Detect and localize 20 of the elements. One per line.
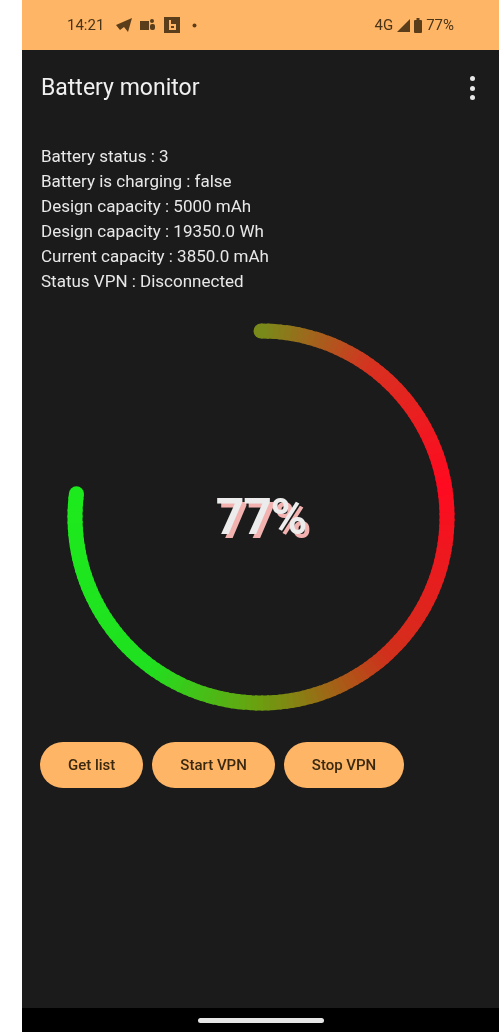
action-button[interactable]: Stop VPN [283, 742, 405, 788]
info-line: Current capacity : 3850.0 mAh [41, 245, 270, 268]
gauge-percentage: 77% [215, 486, 307, 548]
info-line: Status VPN : Disconnected [41, 270, 245, 293]
info-line: Design capacity : 19350.0 Wh [41, 220, 265, 243]
battery-icon [414, 17, 423, 33]
paper-plane-icon [116, 18, 133, 32]
home-handle[interactable] [197, 1017, 324, 1023]
info-line: Battery is charging : false [41, 170, 233, 193]
action-button[interactable]: Get list [40, 742, 144, 788]
signal-icon [397, 18, 411, 32]
battery-percent: 77% [426, 14, 454, 36]
letter-tile-icon [164, 17, 181, 33]
info-line: Battery status : 3 [41, 145, 170, 168]
app-title: Battery monitor [41, 72, 200, 103]
dot-icon [192, 22, 198, 28]
info-line: Design capacity : 5000 mAh [41, 195, 253, 218]
status-time: 14:21 [67, 14, 105, 36]
action-button[interactable]: Start VPN [152, 742, 275, 788]
network-type: 4G [374, 14, 394, 36]
